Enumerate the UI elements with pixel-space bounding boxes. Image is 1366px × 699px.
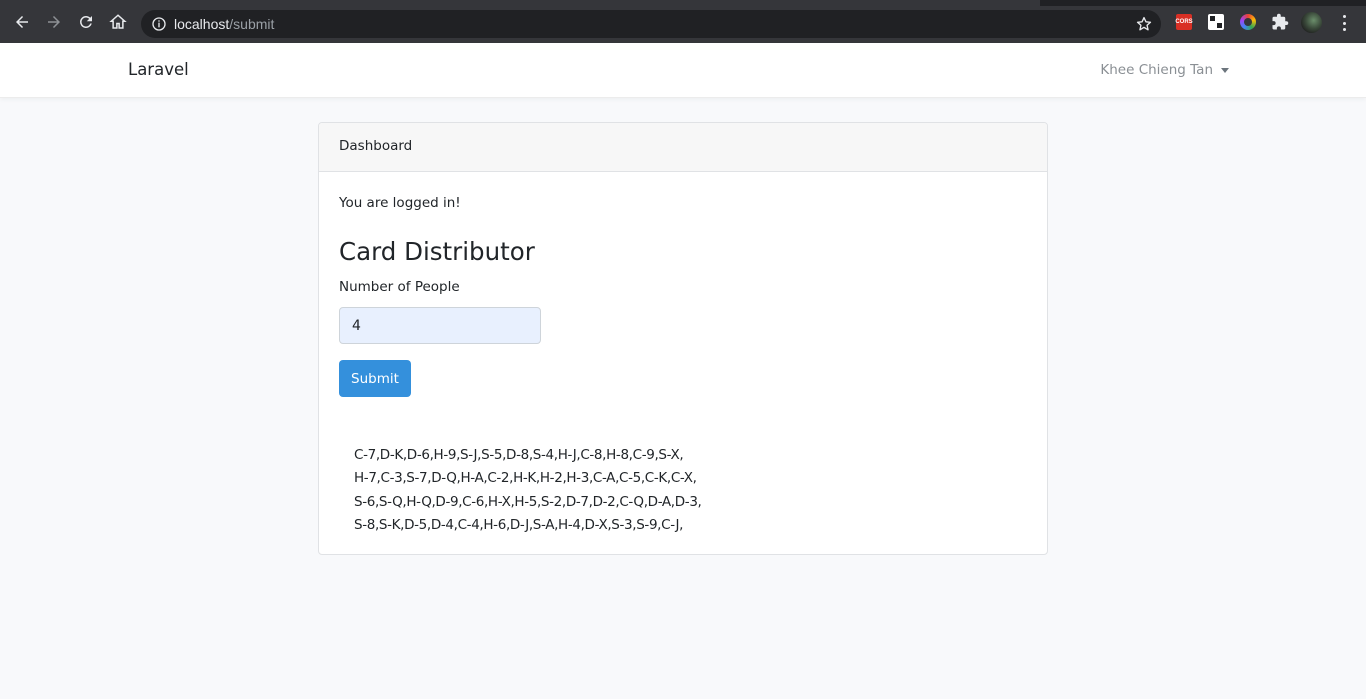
home-icon[interactable] <box>108 12 128 32</box>
address-bar[interactable]: localhost/submit <box>141 10 1161 38</box>
distribution-result: C-7,D-K,D-6,H-9,S-J,S-5,D-8,S-4,H-J,C-8,… <box>354 444 774 537</box>
url-path: /submit <box>229 16 275 32</box>
app-navbar: Laravel Khee Chieng Tan <box>0 43 1366 98</box>
profile-avatar[interactable] <box>1301 12 1322 33</box>
url-text[interactable]: localhost/submit <box>174 16 274 32</box>
qr-code-extension-icon[interactable] <box>1208 14 1224 30</box>
back-icon[interactable] <box>12 12 32 32</box>
color-picker-extension-icon[interactable] <box>1240 14 1256 30</box>
submit-button[interactable]: Submit <box>339 360 411 397</box>
extensions-puzzle-icon[interactable] <box>1271 13 1289 31</box>
user-name: Khee Chieng Tan <box>1100 62 1213 78</box>
user-dropdown[interactable]: Khee Chieng Tan <box>1100 62 1229 78</box>
url-host: localhost <box>174 16 230 32</box>
browser-toolbar: localhost/submit CORS <box>0 0 1366 43</box>
caret-down-icon <box>1221 67 1229 73</box>
people-input[interactable] <box>339 307 541 344</box>
status-message: You are logged in! <box>339 195 461 211</box>
tab-strip <box>0 0 1366 6</box>
brand-link[interactable]: Laravel <box>128 60 189 79</box>
result-line: C-7,D-K,D-6,H-9,S-J,S-5,D-8,S-4,H-J,C-8,… <box>354 447 684 463</box>
cors-extension-icon[interactable]: CORS <box>1175 14 1193 30</box>
result-line: H-7,C-3,S-7,D-Q,H-A,C-2,H-K,H-2,H-3,C-A,… <box>354 470 697 487</box>
forward-icon[interactable] <box>44 12 64 32</box>
people-label: Number of People <box>339 279 460 295</box>
site-info-icon[interactable] <box>151 16 167 32</box>
card-header: Dashboard <box>319 123 1047 172</box>
reload-icon[interactable] <box>76 12 96 32</box>
result-line: S-6,S-Q,H-Q,D-9,C-6,H-X,H-5,S-2,D-7,D-2,… <box>354 493 702 510</box>
bookmark-star-icon[interactable] <box>1135 15 1153 33</box>
dashboard-card: Dashboard You are logged in! Card Distri… <box>318 122 1048 555</box>
form-title: Card Distributor <box>339 237 535 266</box>
result-line: S-8,S-K,D-5,D-4,C-4,H-6,D-J,S-A,H-4,D-X,… <box>354 516 684 533</box>
active-tab[interactable] <box>0 0 1040 6</box>
browser-menu-icon[interactable] <box>1336 14 1352 32</box>
